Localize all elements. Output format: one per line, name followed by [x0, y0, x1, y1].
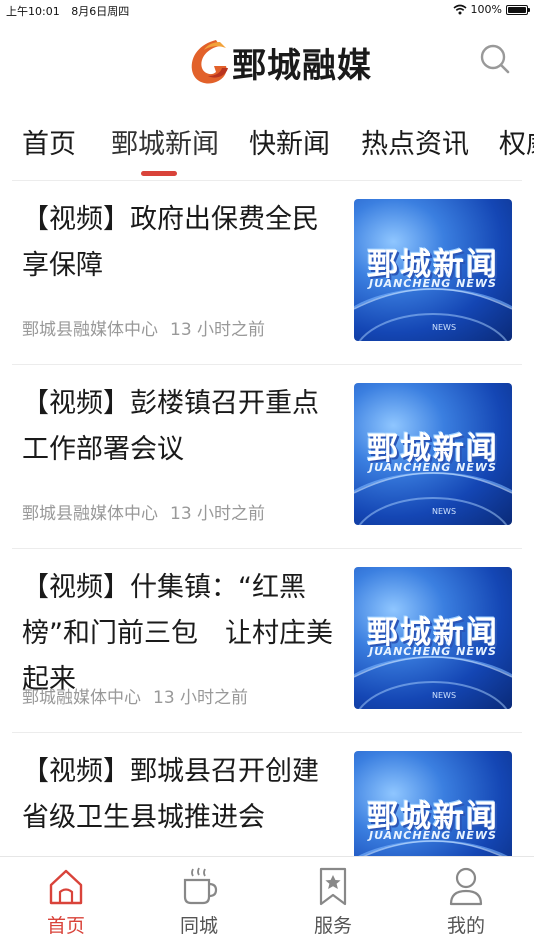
tabbar-me[interactable]: 我的: [426, 865, 506, 938]
news-thumbnail[interactable]: 鄄城新闻 JUANCHENG NEWS NEWS: [354, 567, 512, 709]
thumbnail-subtitle: JUANCHENG NEWS: [369, 645, 497, 658]
news-title[interactable]: 【视频】彭楼镇召开重点工作部署会议: [22, 381, 340, 473]
category-tabs: 首页 鄄城新闻 快新闻 热点资讯 权威: [0, 114, 534, 176]
home-icon: [49, 869, 83, 905]
news-source: 鄄城县融媒体中心: [22, 320, 158, 340]
wifi-icon: [453, 4, 467, 15]
tabbar-services[interactable]: 服务: [293, 865, 373, 938]
app-header: 鄄城融媒: [0, 20, 534, 106]
news-item[interactable]: 【视频】什集镇：“红黑榜”和门前三包 让村庄美起来 鄄城融媒体中心 13 小时之前…: [12, 548, 522, 732]
news-meta: 鄄城县融媒体中心 13 小时之前: [22, 499, 265, 524]
news-time: 13 小时之前: [170, 504, 266, 524]
tabbar-home-label: 首页: [46, 915, 85, 937]
thumbnail-subtitle: JUANCHENG NEWS: [369, 461, 497, 474]
active-tab-indicator: [141, 171, 177, 176]
news-item[interactable]: 【视频】政府出保费全民享保障 鄄城县融媒体中心 13 小时之前 鄄城新闻 JUAN…: [12, 180, 522, 364]
news-meta: 鄄城县融媒体中心 13 小时之前: [22, 315, 265, 340]
tabbar-local[interactable]: 同城: [159, 865, 239, 938]
tab-quick-news[interactable]: 快新闻: [249, 122, 330, 161]
tabbar-services-label: 服务: [313, 915, 352, 937]
thumbnail-small-text: NEWS: [432, 323, 457, 332]
news-time: 13 小时之前: [153, 688, 249, 708]
tabbar-home[interactable]: 首页: [26, 865, 106, 938]
news-thumbnail[interactable]: 鄄城新闻 JUANCHENG NEWS NEWS: [354, 383, 512, 525]
thumbnail-subtitle: JUANCHENG NEWS: [369, 277, 497, 290]
battery-percent: 100%: [470, 3, 502, 16]
status-bar: 上午10:01 8月6日周四 100%: [0, 0, 534, 20]
thumbnail-subtitle: JUANCHENG NEWS: [369, 829, 497, 842]
logo-text: 鄄城融媒: [232, 45, 372, 86]
news-thumbnail[interactable]: 鄄城新闻 JUANCHENG NEWS NEWS: [354, 199, 512, 341]
news-meta: 鄄城融媒体中心 13 小时之前: [22, 683, 248, 708]
tab-home[interactable]: 首页: [22, 122, 76, 161]
bottom-tab-bar: 首页 同城 服务 我的: [0, 856, 534, 950]
tab-juancheng-news[interactable]: 鄄城新闻: [111, 122, 219, 161]
logo-flame-icon: [191, 40, 228, 84]
tab-hot-topics[interactable]: 热点资讯: [361, 122, 469, 161]
news-title[interactable]: 【视频】政府出保费全民享保障: [22, 197, 340, 289]
user-icon: [449, 867, 483, 906]
status-time: 上午10:01: [6, 5, 60, 18]
search-icon[interactable]: [478, 42, 512, 76]
thumbnail-small-text: NEWS: [432, 691, 457, 700]
news-item[interactable]: 【视频】彭楼镇召开重点工作部署会议 鄄城县融媒体中心 13 小时之前 鄄城新闻 J…: [12, 364, 522, 548]
tabbar-local-label: 同城: [179, 915, 218, 937]
news-source: 鄄城县融媒体中心: [22, 504, 158, 524]
bookmark-star-icon: [319, 867, 347, 906]
battery-icon: [506, 4, 530, 15]
coffee-cup-icon: [183, 867, 218, 905]
tabbar-me-label: 我的: [446, 915, 485, 937]
thumbnail-small-text: NEWS: [432, 507, 457, 516]
status-date: 8月6日周四: [71, 5, 130, 18]
news-source: 鄄城融媒体中心: [22, 688, 141, 708]
news-title[interactable]: 【视频】鄄城县召开创建省级卫生县城推进会: [22, 749, 340, 841]
app-logo[interactable]: 鄄城融媒: [186, 34, 372, 90]
tab-authority[interactable]: 权威: [499, 122, 534, 161]
news-time: 13 小时之前: [170, 320, 266, 340]
